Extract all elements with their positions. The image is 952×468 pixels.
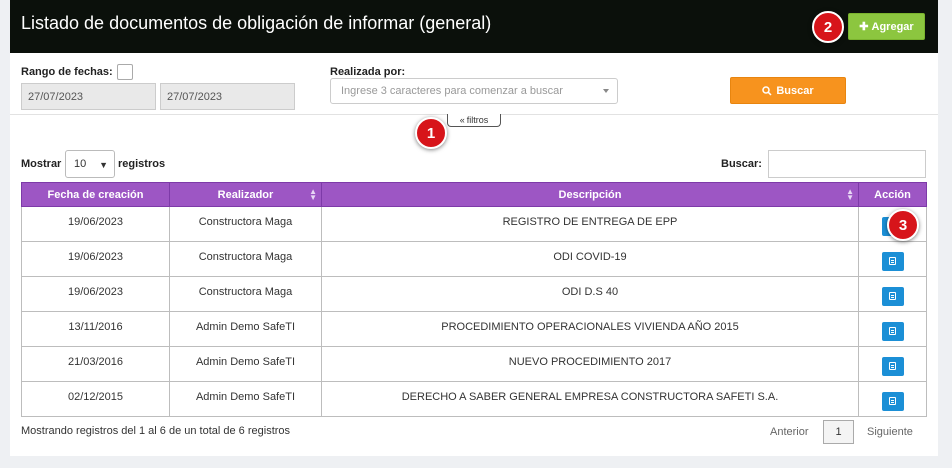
cell-description: REGISTRO DE ENTREGA DE EPP xyxy=(321,206,859,242)
table-row: 02/12/2015 Admin Demo SafeTI DERECHO A S… xyxy=(21,381,927,417)
column-header-author[interactable]: Realizador ▲ ▼ xyxy=(169,182,322,207)
add-button[interactable]: ✚ Agregar xyxy=(848,13,925,40)
view-document-button[interactable] xyxy=(881,356,904,376)
page-length-value: 10 xyxy=(74,158,87,170)
document-icon xyxy=(889,257,896,265)
plus-icon: ✚ xyxy=(859,21,869,33)
search-button-label: Buscar xyxy=(776,84,814,97)
date-range-checkbox[interactable] xyxy=(117,64,133,80)
magnifier-icon xyxy=(762,85,772,96)
table-info: Mostrando registros del 1 al 6 de un tot… xyxy=(21,425,291,437)
page-header: Listado de documentos de obligación de i… xyxy=(10,0,938,53)
caret-down-icon xyxy=(603,89,609,93)
column-header-date[interactable]: Fecha de creación xyxy=(21,182,170,207)
sort-icon: ▲ ▼ xyxy=(309,187,317,202)
table-row: 19/06/2023 Constructora Maga ODI COVID-1… xyxy=(21,241,927,277)
cell-action xyxy=(858,381,927,417)
table-header-row: Fecha de creación Realizador ▲ ▼ Descripci… xyxy=(21,182,927,207)
table-row: 19/06/2023 Constructora Maga REGISTRO DE… xyxy=(21,206,927,242)
page-title: Listado de documentos de obligación de i… xyxy=(21,13,492,33)
view-document-button[interactable] xyxy=(881,321,904,341)
search-button[interactable]: Buscar xyxy=(730,77,846,104)
table-row: 19/06/2023 Constructora Maga ODI D.S 40 xyxy=(21,276,927,312)
show-label: Mostrar xyxy=(21,158,62,170)
cell-author: Admin Demo SafeTI xyxy=(169,381,322,417)
callout-badge-3: 3 xyxy=(887,209,919,241)
cell-action xyxy=(858,346,927,382)
cell-date: 19/06/2023 xyxy=(21,241,170,277)
view-document-button[interactable] xyxy=(881,251,904,271)
cell-action xyxy=(858,311,927,347)
cell-date: 19/06/2023 xyxy=(21,276,170,312)
chevron-down-icon: ▼ xyxy=(99,160,108,170)
cell-action xyxy=(858,276,927,312)
performed-by-placeholder: Ingrese 3 caracteres para comenzar a bus… xyxy=(341,85,563,97)
date-from-input[interactable]: 27/07/2023 xyxy=(21,83,156,110)
filters-toggle-label: filtros xyxy=(466,115,489,125)
view-document-button[interactable] xyxy=(881,286,904,306)
callout-badge-2: 2 xyxy=(812,11,844,43)
cell-author: Constructora Maga xyxy=(169,206,322,242)
cell-date: 19/06/2023 xyxy=(21,206,170,242)
view-document-button[interactable] xyxy=(881,391,904,411)
double-chevron-up-icon: « xyxy=(459,115,465,125)
document-icon xyxy=(889,397,896,405)
documents-table: Fecha de creación Realizador ▲ ▼ Descripci… xyxy=(21,182,927,417)
date-to-input[interactable]: 27/07/2023 xyxy=(160,83,295,110)
document-icon xyxy=(889,362,896,370)
cell-author: Constructora Maga xyxy=(169,241,322,277)
filters-toggle[interactable]: « filtros xyxy=(447,114,501,127)
cell-description: ODI COVID-19 xyxy=(321,241,859,277)
cell-author: Constructora Maga xyxy=(169,276,322,312)
cell-author: Admin Demo SafeTI xyxy=(169,311,322,347)
callout-badge-1: 1 xyxy=(415,117,447,149)
cell-date: 13/11/2016 xyxy=(21,311,170,347)
table-row: 21/03/2016 Admin Demo SafeTI NUEVO PROCE… xyxy=(21,346,927,382)
table-search-label: Buscar: xyxy=(721,158,762,170)
date-range-label: Rango de fechas: xyxy=(21,66,113,78)
document-icon xyxy=(889,292,896,300)
performed-by-label: Realizada por: xyxy=(330,66,406,78)
cell-date: 21/03/2016 xyxy=(21,346,170,382)
main-panel: Listado de documentos de obligación de i… xyxy=(10,0,938,456)
performed-by-select[interactable]: Ingrese 3 caracteres para comenzar a bus… xyxy=(330,78,618,104)
document-icon xyxy=(889,327,896,335)
cell-description: NUEVO PROCEDIMIENTO 2017 xyxy=(321,346,859,382)
cell-description: PROCEDIMIENTO OPERACIONALES VIVIENDA AÑO… xyxy=(321,311,859,347)
cell-action xyxy=(858,241,927,277)
column-header-action: Acción xyxy=(858,182,927,207)
records-label: registros xyxy=(118,158,166,170)
column-header-description[interactable]: Descripción ▲ ▼ xyxy=(321,182,859,207)
cell-author: Admin Demo SafeTI xyxy=(169,346,322,382)
pagination-page-1[interactable]: 1 xyxy=(823,420,854,444)
table-search-input[interactable] xyxy=(768,150,926,178)
table-row: 13/11/2016 Admin Demo SafeTI PROCEDIMIEN… xyxy=(21,311,927,347)
pagination-next[interactable]: Siguiente xyxy=(867,426,913,438)
cell-description: DERECHO A SABER GENERAL EMPRESA CONSTRUC… xyxy=(321,381,859,417)
sort-icon: ▲ ▼ xyxy=(846,187,854,202)
cell-date: 02/12/2015 xyxy=(21,381,170,417)
page-length-select[interactable]: 10 ▼ xyxy=(65,150,115,178)
add-button-label: Agregar xyxy=(871,20,914,33)
pagination-previous[interactable]: Anterior xyxy=(770,426,809,438)
cell-description: ODI D.S 40 xyxy=(321,276,859,312)
